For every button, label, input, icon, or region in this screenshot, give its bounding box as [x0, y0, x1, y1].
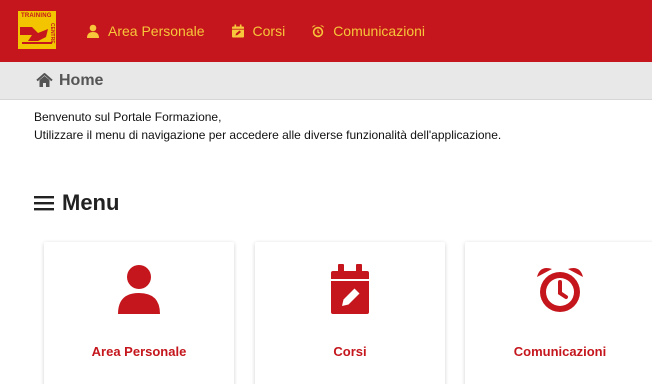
breadcrumb: Home	[0, 62, 652, 100]
menu-card-label: Corsi	[333, 344, 367, 359]
home-icon	[36, 73, 53, 87]
user-icon	[87, 24, 99, 38]
nav-item-corsi[interactable]: Corsi	[231, 23, 286, 39]
menu-card-label: Area Personale	[91, 344, 187, 359]
menu-heading: Menu	[34, 190, 119, 216]
nav-menu: Area Personale Corsi Comunicazioni	[86, 0, 425, 62]
user-icon	[118, 265, 160, 314]
alarm-clock-icon	[537, 268, 583, 312]
calendar-edit-icon	[331, 264, 369, 314]
menu-card-corsi[interactable]: Corsi	[255, 242, 445, 384]
welcome-line-1: Benvenuto sul Portale Formazione,	[34, 110, 222, 124]
welcome-line-2: Utilizzare il menu di navigazione per ac…	[34, 128, 502, 142]
menu-card-comunicazioni[interactable]: Comunicazioni	[465, 242, 652, 384]
alarm-clock-icon	[311, 25, 325, 38]
nav-item-comunicazioni[interactable]: Comunicazioni	[311, 23, 425, 39]
nav-item-label: Comunicazioni	[333, 23, 426, 39]
nav-item-label: Area Personale	[108, 23, 205, 39]
top-navbar: TRAINING CENTRE Area Personale Corsi Com…	[0, 0, 652, 62]
nav-item-label: Corsi	[252, 23, 286, 39]
menu-title: Menu	[62, 190, 120, 215]
nav-item-area-personale[interactable]: Area Personale	[86, 23, 205, 39]
menu-card-area-personale[interactable]: Area Personale	[44, 242, 234, 384]
welcome-message: Benvenuto sul Portale Formazione, Utiliz…	[34, 108, 501, 144]
logo-arrow-icon	[20, 27, 52, 44]
breadcrumb-home-link[interactable]: Home	[59, 72, 103, 90]
calendar-edit-icon	[231, 24, 244, 38]
training-centre-logo[interactable]: TRAINING CENTRE	[18, 11, 56, 49]
hamburger-icon	[34, 196, 54, 211]
menu-card-label: Comunicazioni	[513, 344, 607, 359]
